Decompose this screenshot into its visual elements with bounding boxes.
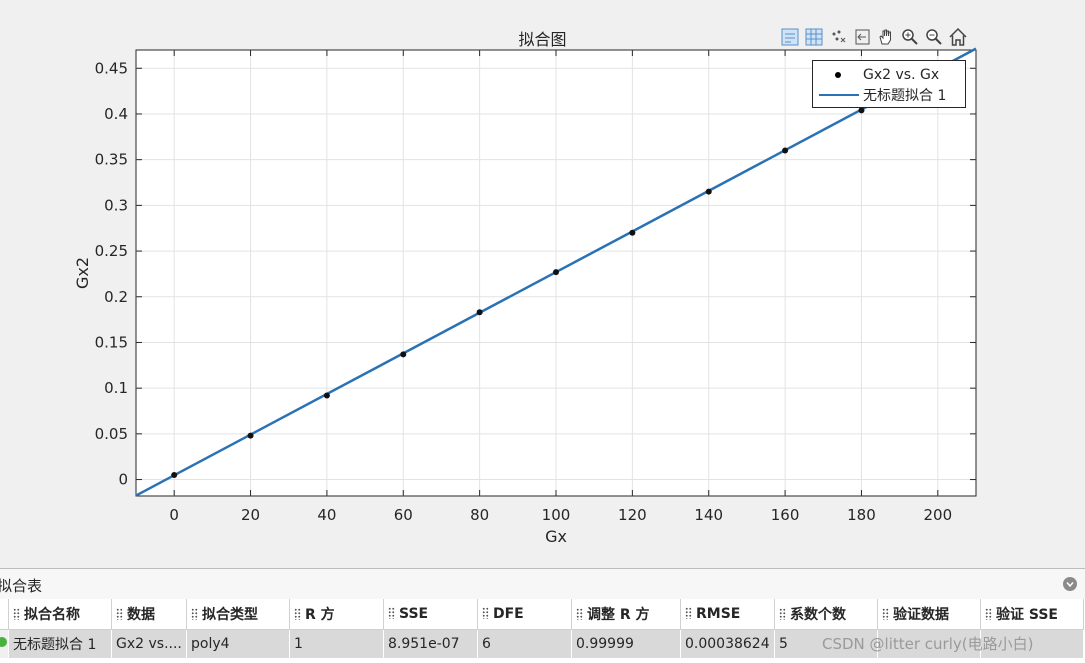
chart-legend[interactable]: Gx2 vs. Gx 无标题拟合 1 [812, 60, 966, 108]
legend-item-data: Gx2 vs. Gx [813, 65, 965, 85]
drag-grip-icon[interactable] [985, 608, 992, 620]
drag-grip-icon[interactable] [685, 607, 692, 619]
cell-data[interactable]: Gx2 vs.... [111, 629, 187, 658]
x-tick-label: 20 [241, 506, 260, 524]
axes-toolbar [779, 25, 969, 49]
home-icon[interactable] [947, 26, 969, 48]
legend-marker-dot [813, 70, 863, 80]
fit-status-icon [0, 637, 7, 647]
x-tick-label: 80 [470, 506, 489, 524]
x-tick-label: 60 [394, 506, 413, 524]
legend-marker-line [813, 92, 863, 98]
data-point [629, 229, 636, 236]
x-tick-label: 0 [169, 506, 179, 524]
data-point [782, 147, 789, 154]
data-point [247, 432, 254, 439]
fit-table-header-row: 拟合名称 数据 拟合类型 R 方 SSE DFE 调整 R 方 RMSE 系数个… [0, 599, 1084, 630]
column-header-adjusted-r-square[interactable]: 调整 R 方 [571, 599, 681, 630]
drag-grip-icon[interactable] [779, 608, 786, 620]
column-header-fit-name[interactable]: 拟合名称 [8, 599, 112, 630]
drag-grip-icon[interactable] [13, 608, 20, 620]
column-header-validation-data[interactable]: 验证数据 [877, 599, 981, 630]
fit-status-cell [0, 629, 9, 658]
y-tick-label: 0.3 [104, 196, 128, 214]
y-tick-label: 0.2 [104, 288, 128, 306]
grid-toggle-icon[interactable] [803, 26, 825, 48]
cell-r-square[interactable]: 1 [289, 629, 384, 658]
x-tick-label: 200 [923, 506, 952, 524]
data-point [323, 392, 330, 399]
data-point [858, 107, 865, 114]
data-point [553, 269, 559, 276]
pan-icon[interactable] [875, 26, 897, 48]
x-tick-label: 120 [618, 506, 647, 524]
y-tick-label: 0.1 [104, 379, 128, 397]
column-header-validation-sse[interactable]: 验证 SSE [980, 599, 1084, 630]
zoom-in-icon[interactable] [899, 26, 921, 48]
data-point [171, 471, 178, 478]
y-tick-label: 0 [118, 471, 128, 489]
legend-toggle-icon[interactable] [779, 26, 801, 48]
fit-table-title: 拟合表 [0, 577, 43, 595]
cell-sse[interactable]: 8.951e-07 [383, 629, 478, 658]
legend-item-fit: 无标题拟合 1 [813, 85, 965, 105]
x-axis-label: Gx [545, 527, 567, 546]
y-tick-label: 0.4 [104, 105, 128, 123]
y-tick-label: 0.05 [95, 425, 128, 443]
column-header-rmse[interactable]: RMSE [680, 599, 775, 630]
cell-fit-name[interactable]: 无标题拟合 1 [8, 629, 112, 658]
cell-dfe[interactable]: 6 [477, 629, 572, 658]
status-column-header [0, 599, 9, 630]
data-point [400, 351, 407, 358]
zoom-out-icon[interactable] [923, 26, 945, 48]
y-tick-label: 0.35 [95, 151, 128, 169]
data-cursor-icon[interactable] [827, 26, 849, 48]
y-tick-label: 0.25 [95, 242, 128, 260]
drag-grip-icon[interactable] [482, 607, 489, 619]
cell-fit-type[interactable]: poly4 [186, 629, 290, 658]
x-tick-label: 180 [847, 506, 876, 524]
x-tick-label: 140 [694, 506, 723, 524]
column-header-sse[interactable]: SSE [383, 599, 478, 630]
y-tick-label: 0.15 [95, 333, 128, 351]
drag-grip-icon[interactable] [191, 608, 198, 620]
watermark: CSDN @litter curly(电路小白) [822, 635, 1034, 653]
column-header-r-square[interactable]: R 方 [289, 599, 384, 630]
fit-table-header: 拟合表 [0, 569, 1085, 599]
drag-grip-icon[interactable] [116, 608, 123, 620]
legend-label-fit: 无标题拟合 1 [863, 88, 947, 104]
y-tick-label: 0.45 [95, 59, 128, 77]
column-header-coefficient-count[interactable]: 系数个数 [774, 599, 878, 630]
data-point [705, 188, 712, 195]
legend-label-data: Gx2 vs. Gx [863, 67, 940, 83]
drag-grip-icon[interactable] [882, 608, 889, 620]
exclude-outliers-icon[interactable] [851, 26, 873, 48]
data-point [476, 309, 483, 316]
drag-grip-icon[interactable] [388, 607, 395, 619]
x-tick-label: 160 [771, 506, 800, 524]
column-header-dfe[interactable]: DFE [477, 599, 572, 630]
drag-grip-icon[interactable] [576, 608, 583, 620]
drag-grip-icon[interactable] [294, 608, 301, 620]
cell-adjusted-r-square[interactable]: 0.99999 [571, 629, 681, 658]
chevron-down-icon [1066, 582, 1074, 588]
collapse-panel-button[interactable] [1063, 577, 1077, 591]
column-header-data[interactable]: 数据 [111, 599, 187, 630]
plot-panel: 0 20 40 60 80 100 120 140 160 180 200 0 0.05 0.1 0.15 0… [0, 0, 1085, 568]
x-tick-label: 100 [542, 506, 571, 524]
y-axis-label: Gx2 [73, 257, 92, 289]
x-tick-label: 40 [317, 506, 336, 524]
column-header-fit-type[interactable]: 拟合类型 [186, 599, 290, 630]
cell-rmse[interactable]: 0.00038624 [680, 629, 775, 658]
